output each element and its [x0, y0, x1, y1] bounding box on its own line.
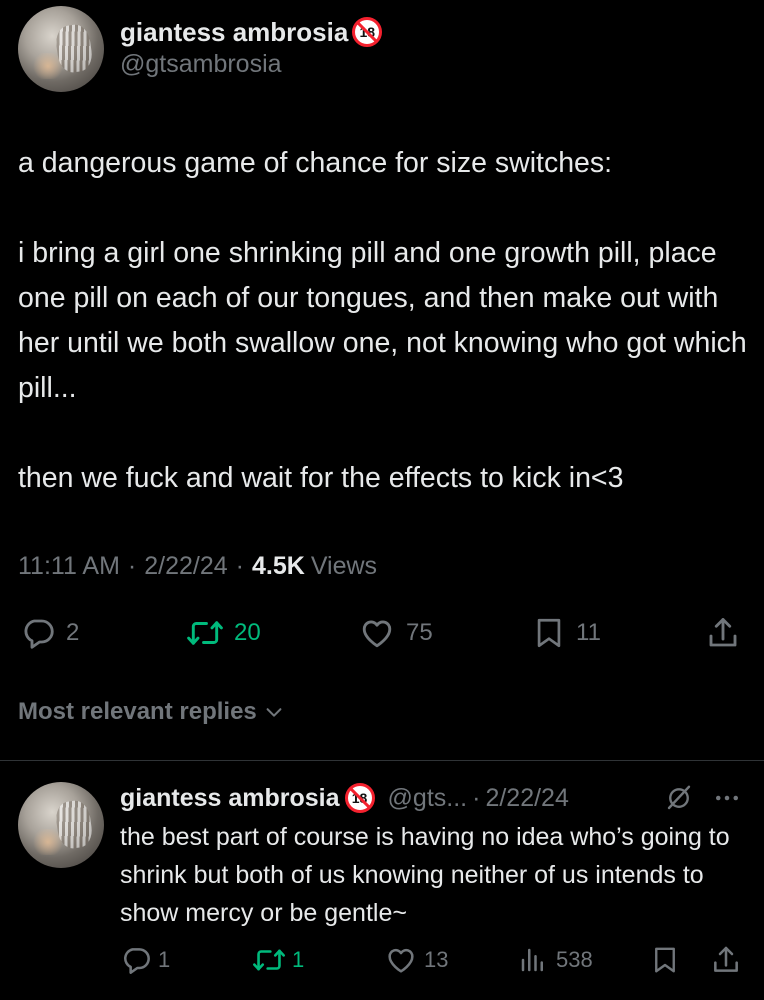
- reply-date[interactable]: 2/22/24: [485, 784, 568, 813]
- reply-repost-button[interactable]: 1: [252, 944, 304, 976]
- repost-icon: [186, 615, 224, 651]
- reply-author-name[interactable]: giantess ambrosia: [120, 784, 340, 813]
- reply-author-handle[interactable]: @gts...: [388, 784, 468, 813]
- reply-like-count: 13: [424, 947, 449, 972]
- reply-views-button[interactable]: 538: [518, 944, 593, 976]
- more-icon: [712, 783, 742, 813]
- age-restricted-badge-icon: 18: [344, 783, 375, 813]
- replies-sort-label: Most relevant replies: [18, 698, 257, 725]
- replies-sort-dropdown[interactable]: Most relevant replies: [18, 698, 285, 726]
- author-name-row[interactable]: giantess ambrosia 18: [120, 14, 383, 50]
- share-icon: [704, 615, 742, 651]
- reply-icon: [120, 944, 152, 976]
- more-button[interactable]: [712, 783, 742, 813]
- meta-separator: ·: [235, 552, 244, 580]
- reply-bookmark-button[interactable]: [650, 944, 680, 976]
- reply-icon: [20, 615, 56, 651]
- author-handle[interactable]: @gtsambrosia: [120, 50, 282, 79]
- repost-icon: [252, 944, 286, 976]
- post-meta: 11:11 AM · 2/22/24 · 4.5K Views: [18, 552, 377, 581]
- reply-count: 2: [66, 619, 80, 646]
- bookmark-icon: [532, 615, 566, 651]
- like-button[interactable]: 75: [358, 615, 433, 651]
- grok-button[interactable]: [664, 783, 694, 813]
- reply-button[interactable]: 2: [20, 615, 79, 651]
- age-restricted-badge-icon: 18: [352, 17, 383, 47]
- like-icon: [384, 944, 418, 976]
- reply-text: the best part of course is having no ide…: [120, 823, 730, 927]
- post-text: a dangerous game of chance for size swit…: [18, 147, 747, 494]
- divider: [0, 760, 764, 761]
- grok-icon: [664, 783, 694, 813]
- meta-separator: ·: [127, 552, 137, 580]
- post-time[interactable]: 11:11 AM: [18, 552, 120, 581]
- repost-button[interactable]: 20: [186, 615, 261, 651]
- bookmark-button[interactable]: 11: [532, 615, 601, 651]
- author-name[interactable]: giantess ambrosia: [120, 17, 348, 48]
- reply-repost-count: 1: [292, 947, 305, 972]
- views-count: 4.5K: [252, 552, 305, 580]
- reply-share-button[interactable]: [710, 944, 742, 976]
- reply-like-button[interactable]: 13: [384, 944, 448, 976]
- views-icon: [518, 944, 548, 976]
- reply-reply-button[interactable]: 1: [120, 944, 170, 976]
- chevron-down-icon: [263, 701, 285, 723]
- reply-views-count: 538: [556, 947, 593, 972]
- share-icon: [710, 944, 742, 976]
- reply-author-avatar[interactable]: [18, 782, 104, 868]
- bookmark-icon: [650, 944, 680, 976]
- like-icon: [358, 615, 396, 651]
- reply-header: giantess ambrosia 18 @gts... · 2/22/24: [120, 780, 569, 816]
- post-date[interactable]: 2/22/24: [144, 552, 227, 581]
- author-avatar[interactable]: [18, 6, 104, 92]
- meta-separator: ·: [472, 783, 481, 812]
- reply-reply-count: 1: [158, 947, 171, 972]
- like-count: 75: [406, 619, 433, 646]
- share-button[interactable]: [704, 615, 742, 651]
- bookmark-count: 11: [576, 619, 601, 646]
- views-label: Views: [310, 552, 378, 580]
- repost-count: 20: [234, 619, 261, 646]
